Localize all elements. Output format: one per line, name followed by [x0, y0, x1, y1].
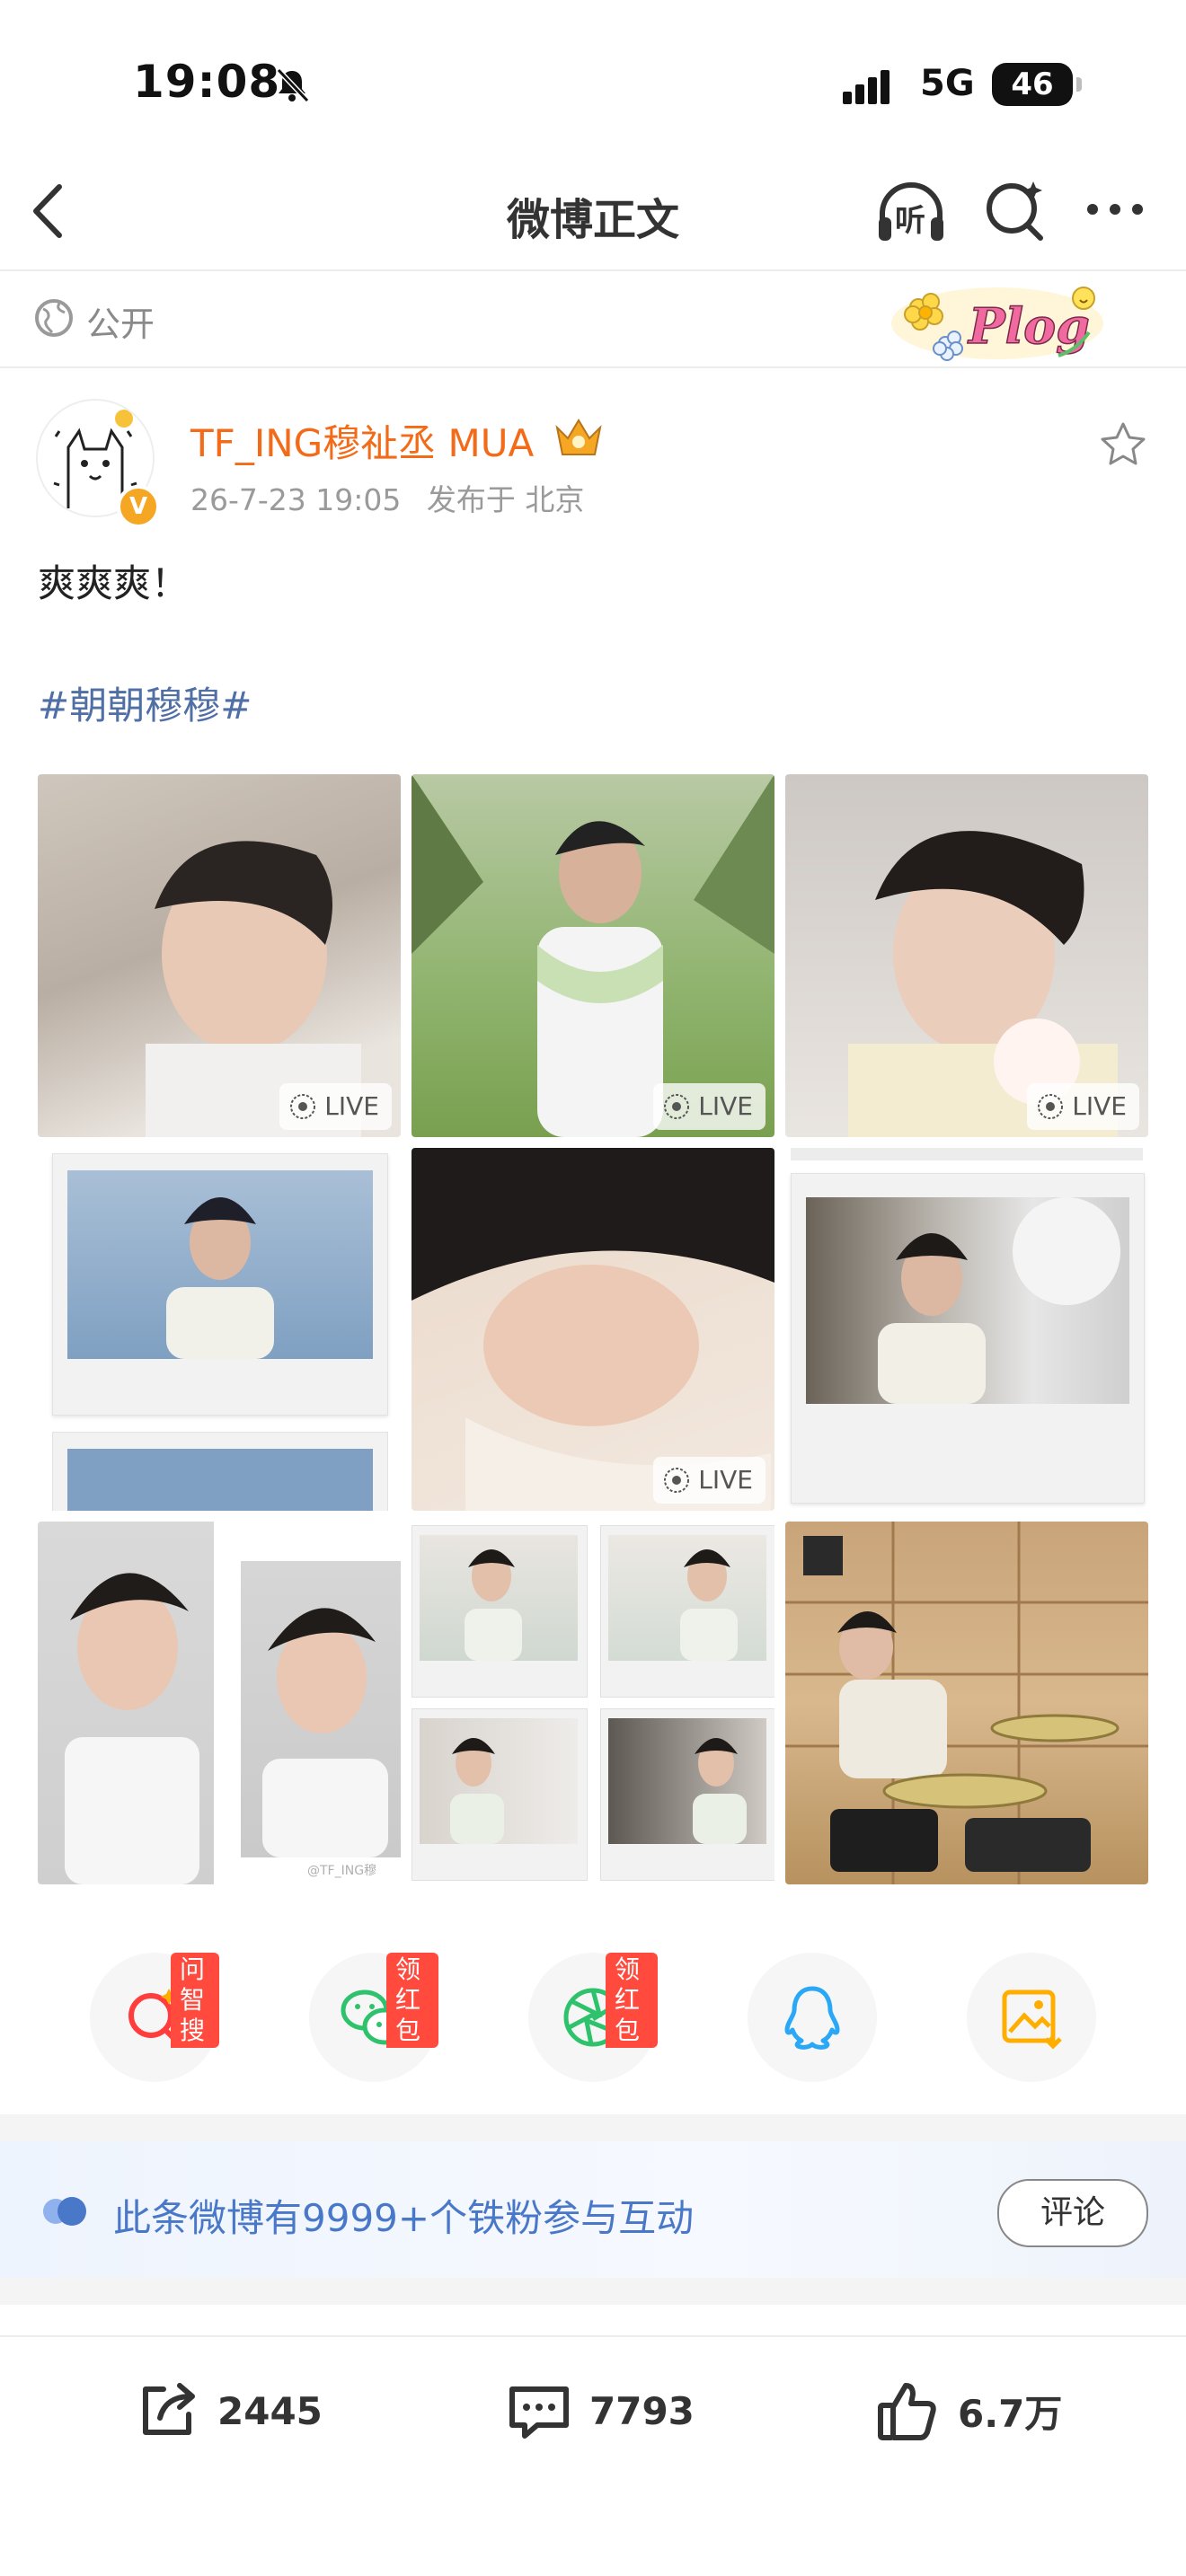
network-type: 5G	[920, 63, 975, 104]
live-badge: LIVE	[653, 1457, 766, 1504]
live-badge: LIVE	[653, 1083, 766, 1130]
comment-icon	[509, 2386, 569, 2439]
save-image-icon	[1002, 1989, 1062, 2050]
author-name[interactable]: TF_ING穆祉丞 MUA	[190, 413, 534, 468]
section-divider	[0, 366, 1186, 368]
live-icon	[664, 1094, 690, 1119]
fans-icon	[43, 2197, 86, 2226]
repost-button[interactable]: 2445	[133, 2377, 323, 2445]
save-image-button[interactable]	[967, 1953, 1096, 2082]
qq-share-button[interactable]	[748, 1953, 877, 2082]
photo-9[interactable]	[785, 1522, 1148, 1884]
repost-count: 2445	[217, 2388, 323, 2433]
fans-banner-text: 此条微博有9999+个铁粉参与互动	[113, 2196, 695, 2240]
photo-2[interactable]: LIVE	[412, 774, 774, 1137]
post-location: 发布于 北京	[426, 482, 585, 517]
listen-button[interactable]: 听	[875, 178, 947, 246]
visibility-label: 公开	[86, 304, 155, 344]
section-gap	[0, 2114, 1186, 2141]
photo-8[interactable]	[412, 1522, 774, 1884]
live-label: LIVE	[698, 1091, 753, 1121]
crown-icon	[555, 419, 602, 455]
live-label: LIVE	[698, 1465, 753, 1495]
hashtag-link[interactable]: #朝朝穆穆#	[38, 675, 252, 730]
photo-1[interactable]: LIVE	[38, 774, 401, 1137]
live-label: LIVE	[324, 1091, 379, 1121]
section-gap	[0, 2278, 1186, 2305]
live-badge: LIVE	[279, 1083, 392, 1130]
photo-4[interactable]	[38, 1148, 401, 1511]
thumbs-up-icon	[878, 2383, 936, 2440]
post-time: 26-7-23 19:05	[190, 482, 402, 517]
share-tag: 领红包	[606, 1953, 658, 2048]
photo-3[interactable]: LIVE	[785, 774, 1148, 1137]
wechat-share-button[interactable]: 领红包	[309, 1953, 438, 2082]
share-tag: 领红包	[386, 1953, 438, 2048]
listen-label: 听	[895, 203, 925, 239]
battery-indicator: 46	[992, 63, 1082, 106]
qq-icon	[784, 1986, 840, 2050]
favorite-star-icon[interactable]	[1098, 420, 1148, 471]
photo-7[interactable]: @TF_ING穆	[38, 1522, 401, 1884]
bell-muted-icon	[276, 67, 310, 103]
comment-action-button[interactable]: 7793	[505, 2377, 695, 2445]
post-meta: 26-7-23 19:05 发布于 北京	[190, 476, 584, 519]
comment-button[interactable]: 评论	[997, 2179, 1148, 2247]
live-badge: LIVE	[1027, 1083, 1139, 1130]
action-bar-divider	[0, 2335, 1186, 2337]
ai-search-share-button[interactable]: 问智搜	[90, 1953, 219, 2082]
live-icon	[290, 1094, 316, 1119]
share-tag: 问智搜	[171, 1953, 219, 2048]
photo-5[interactable]: LIVE	[412, 1148, 774, 1511]
post-text: 爽爽爽！	[38, 561, 190, 605]
comment-count: 7793	[589, 2388, 695, 2433]
like-button[interactable]: 6.7万	[873, 2377, 1062, 2445]
live-label: LIVE	[1072, 1091, 1127, 1121]
like-count: 6.7万	[958, 2391, 1063, 2436]
plog-sticker: Plog	[890, 269, 1105, 368]
plog-text: Plog	[967, 297, 1090, 355]
moments-share-button[interactable]: 领红包	[528, 1953, 658, 2082]
verified-badge: V	[117, 485, 160, 528]
signal-icon	[843, 70, 890, 104]
repost-icon	[143, 2383, 195, 2435]
photo-6[interactable]	[785, 1148, 1148, 1511]
watermark: @TF_ING穆	[307, 1864, 377, 1878]
status-time: 19:08	[133, 56, 281, 108]
ai-search-icon[interactable]	[981, 176, 1049, 244]
globe-icon	[35, 299, 73, 337]
live-icon	[1038, 1094, 1064, 1119]
more-icon[interactable]	[1084, 187, 1146, 232]
live-icon	[664, 1468, 690, 1493]
